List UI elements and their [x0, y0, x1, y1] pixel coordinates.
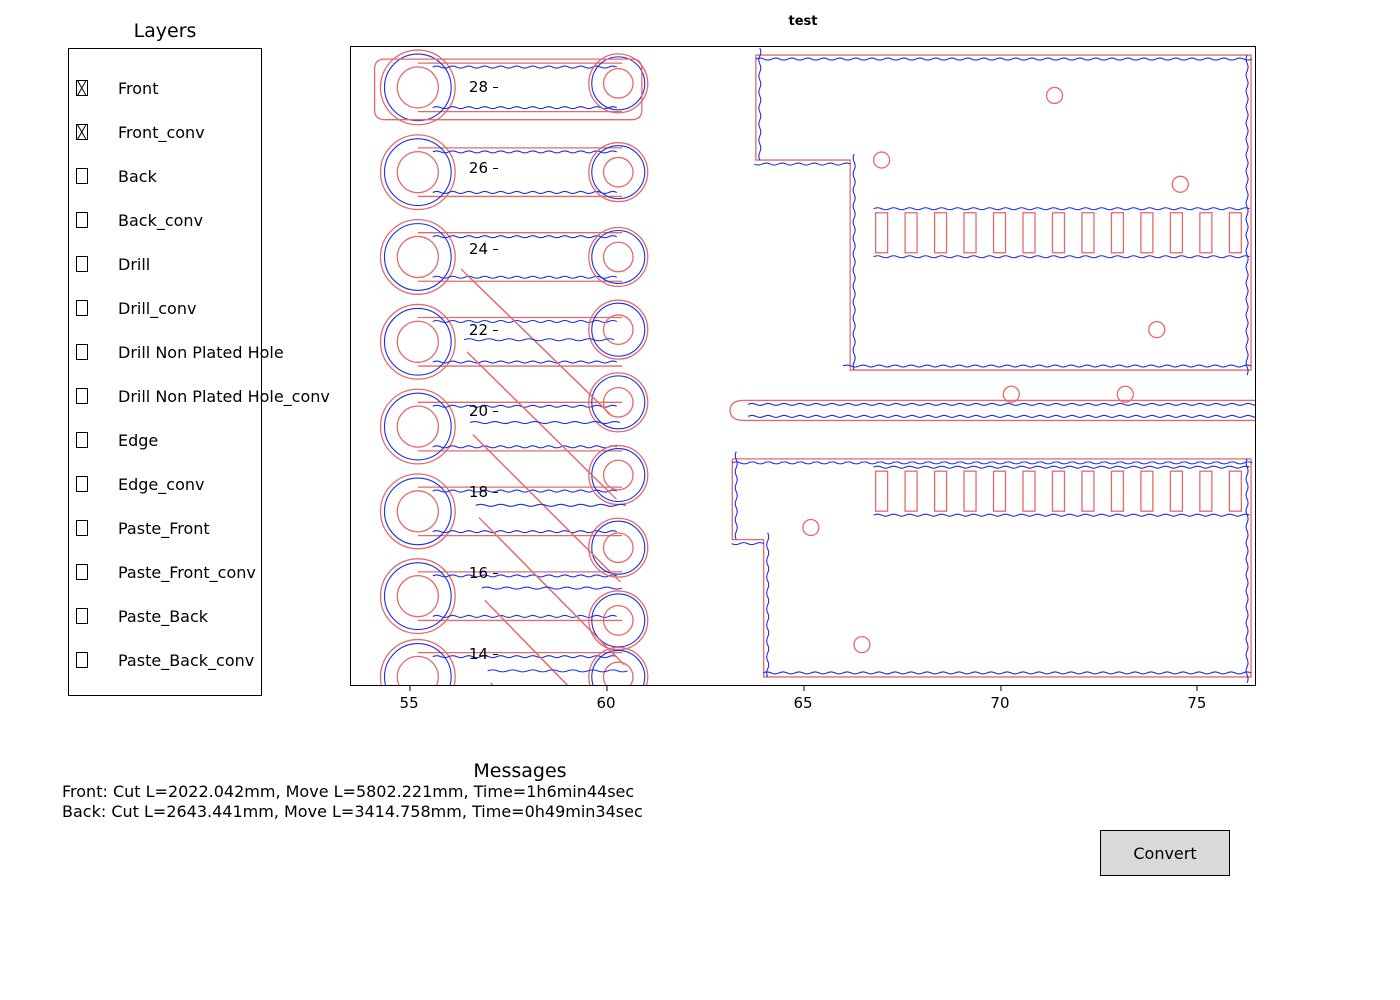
layer-row[interactable]: Drill_conv: [76, 286, 336, 330]
layer-row[interactable]: Edge_conv: [76, 462, 336, 506]
layer-row[interactable]: Drill Non Plated Hole_conv: [76, 374, 336, 418]
layer-row[interactable]: Paste_Front: [76, 506, 336, 550]
layer-checkbox[interactable]: [76, 652, 88, 668]
y-tick: 18: [448, 483, 488, 501]
layer-checkbox[interactable]: [76, 300, 88, 316]
layer-checkbox[interactable]: [76, 124, 88, 140]
x-tick: 70: [990, 694, 1009, 712]
convert-button[interactable]: Convert: [1100, 830, 1230, 876]
messages-body: Front: Cut L=2022.042mm, Move L=5802.221…: [62, 782, 643, 822]
layer-label: Edge: [118, 431, 158, 450]
x-tick: 60: [596, 694, 615, 712]
y-tick: 22: [448, 321, 488, 339]
layers-title: Layers: [68, 20, 262, 42]
plot-area[interactable]: [350, 46, 1256, 686]
y-tick: 28: [448, 78, 488, 96]
layer-label: Drill_conv: [118, 299, 196, 318]
layer-label: Front_conv: [118, 123, 205, 142]
layer-row[interactable]: Front: [76, 66, 336, 110]
layer-label: Paste_Front: [118, 519, 210, 538]
layers-list: Front Front_conv Back Back_conv Drill Drill_c…: [76, 66, 336, 682]
pcb-preview-svg: [351, 47, 1255, 685]
layer-checkbox[interactable]: [76, 520, 88, 536]
layer-label: Drill: [118, 255, 150, 274]
layer-row[interactable]: Paste_Back_conv: [76, 638, 336, 682]
layer-checkbox[interactable]: [76, 344, 88, 360]
plot-title: test: [350, 14, 1256, 29]
layer-label: Drill Non Plated Hole_conv: [118, 387, 330, 406]
layer-label: Paste_Front_conv: [118, 563, 256, 582]
layer-label: Back: [118, 167, 157, 186]
layer-checkbox[interactable]: [76, 168, 88, 184]
layer-label: Back_conv: [118, 211, 203, 230]
layer-checkbox[interactable]: [76, 256, 88, 272]
layer-checkbox[interactable]: [76, 608, 88, 624]
layer-checkbox[interactable]: [76, 80, 88, 96]
layer-checkbox[interactable]: [76, 476, 88, 492]
x-tick: 65: [793, 694, 812, 712]
layer-row[interactable]: Edge: [76, 418, 336, 462]
layer-row[interactable]: Drill Non Plated Hole: [76, 330, 336, 374]
layer-label: Drill Non Plated Hole: [118, 343, 284, 362]
x-tick: 55: [400, 694, 419, 712]
y-tick: 16: [448, 564, 488, 582]
layer-checkbox[interactable]: [76, 564, 88, 580]
y-tick: 14: [448, 645, 488, 663]
layer-row[interactable]: Paste_Back: [76, 594, 336, 638]
layer-row[interactable]: Back: [76, 154, 336, 198]
layer-row[interactable]: Paste_Front_conv: [76, 550, 336, 594]
x-tick: 75: [1187, 694, 1206, 712]
y-tick: 26: [448, 159, 488, 177]
layer-label: Edge_conv: [118, 475, 204, 494]
layer-checkbox[interactable]: [76, 432, 88, 448]
layer-checkbox[interactable]: [76, 388, 88, 404]
layer-label: Paste_Back_conv: [118, 651, 254, 670]
layer-label: Front: [118, 79, 158, 98]
messages-title: Messages: [60, 760, 980, 782]
layer-checkbox[interactable]: [76, 212, 88, 228]
layer-row[interactable]: Back_conv: [76, 198, 336, 242]
y-tick: 24: [448, 240, 488, 258]
y-tick: 20: [448, 402, 488, 420]
convert-button-label: Convert: [1133, 844, 1196, 863]
layer-label: Paste_Back: [118, 607, 208, 626]
layer-row[interactable]: Drill: [76, 242, 336, 286]
layer-row[interactable]: Front_conv: [76, 110, 336, 154]
